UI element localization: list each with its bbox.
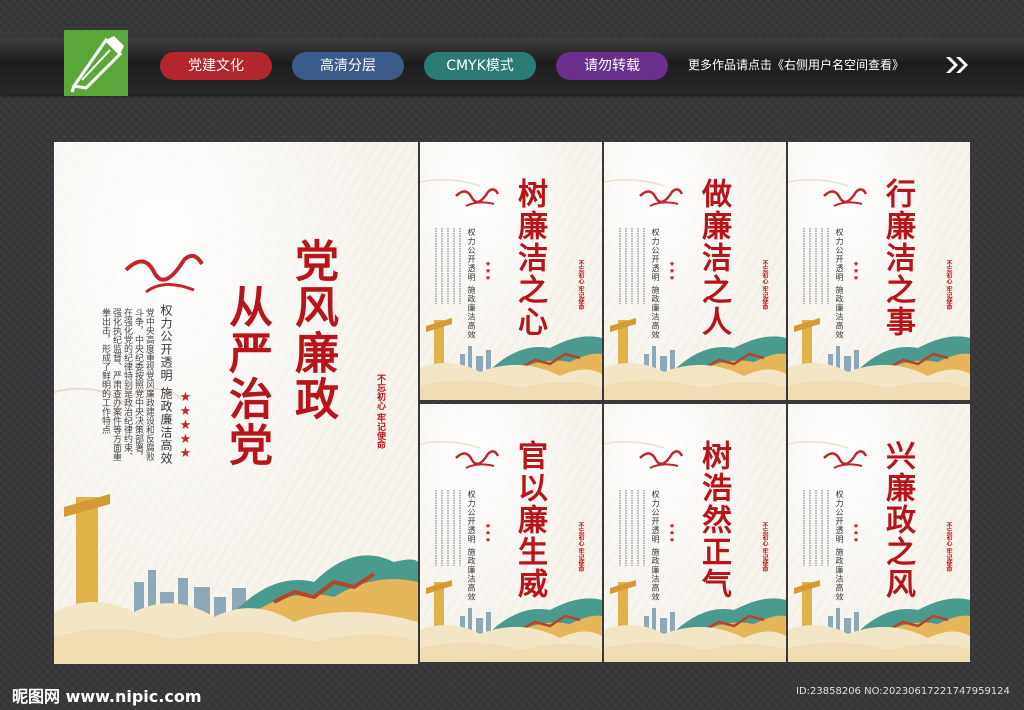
small-poster-seal: 不忘初心 牢记使命	[761, 260, 768, 311]
body-text-lines-icon	[619, 228, 645, 304]
stars-decoration-icon: ★★★	[484, 260, 492, 281]
small-poster-title: 官以廉生威	[512, 440, 547, 600]
small-poster-body	[802, 488, 832, 568]
pen-nib-icon	[70, 36, 124, 93]
small-poster-body	[618, 488, 648, 568]
main-title-line2: 从严治党	[221, 284, 272, 468]
small-poster-subtitle: 权力公开透明 施政廉洁高效	[467, 228, 476, 340]
main-subtitle: 权力公开透明 施政廉洁高效	[159, 304, 173, 465]
body-text-lines-icon	[435, 228, 461, 304]
china-dream-logo-icon	[455, 450, 500, 466]
body-text-lines-icon	[435, 490, 461, 566]
china-dream-logo-icon	[823, 188, 868, 204]
small-poster: 做廉洁之人 权力公开透明 施政廉洁高效 ★★★ 不忘初心 牢记使命	[604, 142, 786, 400]
stars-decoration-icon: ★★★	[668, 522, 676, 543]
small-poster-title: 做廉洁之人	[696, 178, 731, 338]
small-poster-title: 树浩然正气	[696, 440, 731, 600]
small-poster: 官以廉生威 权力公开透明 施政廉洁高效 ★★★ 不忘初心 牢记使命	[420, 404, 602, 662]
more-works-link[interactable]: 更多作品请点击《右侧用户名空间查看》	[688, 56, 904, 73]
watermark-right: ID:23858206 NO:20230617221747959124	[796, 686, 1010, 697]
double-chevron-right-icon[interactable]	[944, 55, 970, 75]
tag-no-repost[interactable]: 请勿转载	[556, 52, 668, 80]
small-poster-body	[618, 226, 648, 306]
small-poster-seal: 不忘初心 牢记使命	[945, 522, 952, 573]
small-poster: 兴廉政之风 权力公开透明 施政廉洁高效 ★★★ 不忘初心 牢记使命	[788, 404, 970, 662]
body-text-lines-icon	[619, 490, 645, 566]
small-poster-seal: 不忘初心 牢记使命	[577, 522, 584, 573]
small-poster-title: 树廉洁之心	[512, 178, 547, 338]
china-dream-logo-icon	[639, 188, 684, 204]
small-poster: 树浩然正气 权力公开透明 施政廉洁高效 ★★★ 不忘初心 牢记使命	[604, 404, 786, 662]
small-poster-title: 兴廉政之风	[880, 440, 915, 600]
china-dream-logo-icon	[455, 188, 500, 204]
small-poster-seal: 不忘初心 牢记使命	[945, 260, 952, 311]
small-poster-subtitle: 权力公开透明 施政廉洁高效	[835, 228, 844, 340]
main-seal: 不忘初心 牢记使命	[375, 374, 385, 450]
china-dream-logo-icon	[124, 253, 204, 294]
small-poster-subtitle: 权力公开透明 施政廉洁高效	[651, 490, 660, 602]
small-poster-subtitle: 权力公开透明 施政廉洁高效	[835, 490, 844, 602]
tag-party-culture[interactable]: 党建文化	[160, 52, 272, 80]
small-poster-body	[434, 226, 464, 306]
tag-cmyk[interactable]: CMYK模式	[424, 52, 536, 80]
small-poster-body	[434, 488, 464, 568]
stars-decoration-icon: ★★★	[484, 522, 492, 543]
body-text-lines-icon	[803, 490, 829, 566]
small-poster-title: 行廉洁之事	[880, 178, 915, 338]
main-title-line1: 党风廉政	[287, 238, 338, 422]
site-logo[interactable]	[64, 30, 128, 96]
china-dream-logo-icon	[823, 450, 868, 466]
body-text-lines-icon	[803, 228, 829, 304]
watermark-left: 昵图网 www.nipic.com	[12, 687, 202, 706]
stars-decoration-icon: ★★★	[852, 522, 860, 543]
small-poster-subtitle: 权力公开透明 施政廉洁高效	[467, 490, 476, 602]
main-body-text: 党中央高度重视党风廉政建设和反腐败斗争，中央纪委按照党中央决策部署，在强化党的纪…	[100, 308, 154, 461]
small-poster: 行廉洁之事 权力公开透明 施政廉洁高效 ★★★ 不忘初心 牢记使命	[788, 142, 970, 400]
small-poster-seal: 不忘初心 牢记使命	[577, 260, 584, 311]
stars-decoration-icon: ★★★	[852, 260, 860, 281]
tag-hd-layers[interactable]: 高清分层	[292, 52, 404, 80]
china-dream-logo-icon	[639, 450, 684, 466]
small-poster: 树廉洁之心 权力公开透明 施政廉洁高效 ★★★ 不忘初心 牢记使命	[420, 142, 602, 400]
main-poster: 党风廉政 从严治党 权力公开透明 施政廉洁高效 党中央高度重视党风廉政建设和反腐…	[54, 142, 418, 664]
small-poster-seal: 不忘初心 牢记使命	[761, 522, 768, 573]
stars-decoration-icon: ★★★★★	[178, 390, 193, 460]
small-poster-body	[802, 226, 832, 306]
small-poster-subtitle: 权力公开透明 施政廉洁高效	[651, 228, 660, 340]
stars-decoration-icon: ★★★	[668, 260, 676, 281]
